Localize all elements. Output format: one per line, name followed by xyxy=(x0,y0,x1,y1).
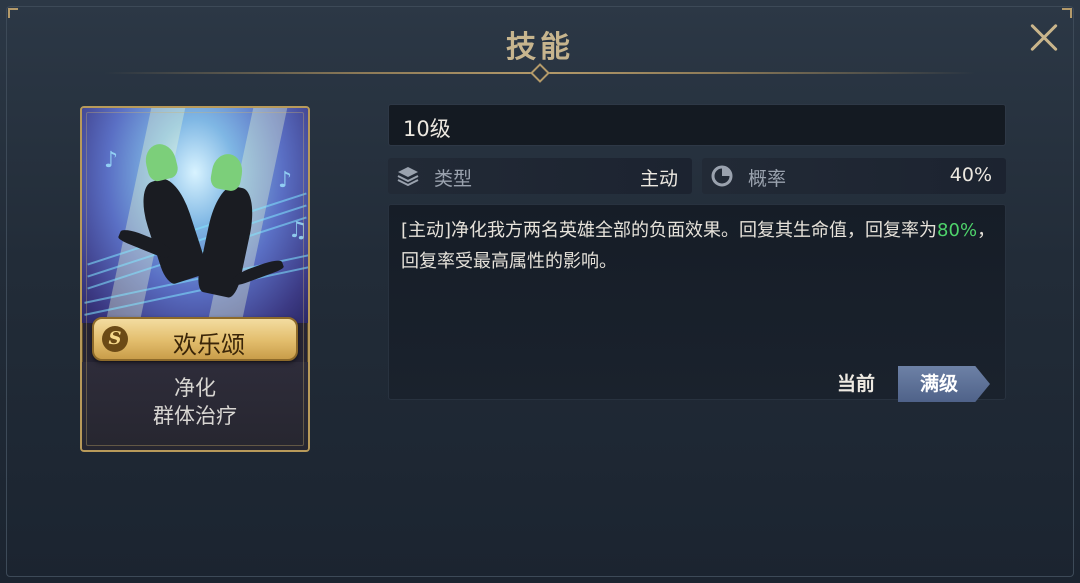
skill-artwork: ♪ ♫ ♪ xyxy=(82,108,308,323)
type-value: 主动 xyxy=(639,168,678,190)
skill-level: 10级 xyxy=(403,117,451,141)
chance-value: 40% xyxy=(949,164,992,186)
dialog-title: 技能 xyxy=(506,30,574,65)
skill-name: 欢乐颂 xyxy=(173,331,245,359)
type-label: 类型 xyxy=(434,168,473,190)
level-bar: 10级 xyxy=(388,104,1006,146)
skill-description: [主动]净化我方两名英雄全部的负面效果。回复其生命值，回复率为80%，回复率受最… xyxy=(401,215,999,277)
chance-row: 概率 40% xyxy=(702,158,1006,194)
card-tags-area: 净化 群体治疗 xyxy=(82,362,308,450)
current-level-button[interactable]: 当前 xyxy=(818,366,894,402)
pie-chart-icon xyxy=(711,165,733,187)
rank-s-icon: S xyxy=(102,326,128,352)
frame-corner-ornament xyxy=(1062,8,1072,18)
close-icon[interactable] xyxy=(1024,18,1064,58)
skill-name-plate: S 欢乐颂 xyxy=(92,317,298,361)
frame-corner-ornament xyxy=(8,8,18,18)
chance-label: 概率 xyxy=(748,168,787,190)
type-row: 类型 主动 xyxy=(388,158,692,194)
skill-tag: 净化 xyxy=(174,376,216,400)
skill-card: ♪ ♫ ♪ 净化 群体治疗 S 欢乐颂 xyxy=(80,106,310,452)
max-level-button[interactable]: 满级 xyxy=(898,366,990,402)
skill-tag: 群体治疗 xyxy=(153,404,237,428)
description-text: [主动]净化我方两名英雄全部的负面效果。回复其生命值，回复率为 xyxy=(401,220,938,241)
description-highlight: 80% xyxy=(937,220,978,241)
layers-icon xyxy=(397,167,419,187)
